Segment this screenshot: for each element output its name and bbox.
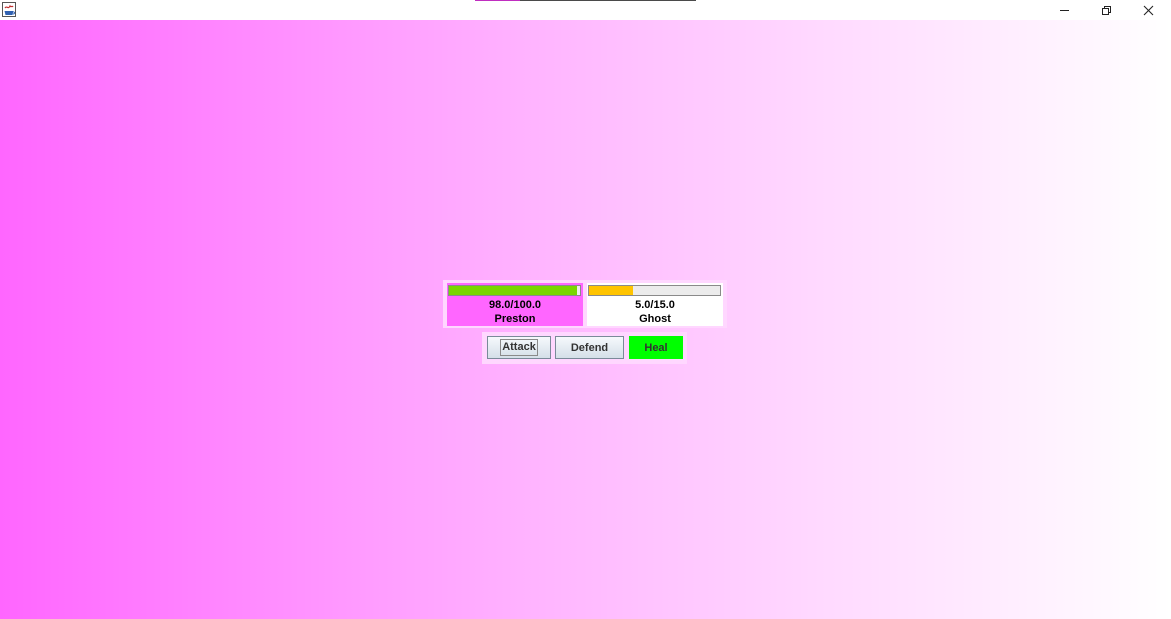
enemy-panel: 5.0/15.0 Ghost [587,283,723,326]
enemy-hp-fill [589,286,633,295]
enemy-hp-text: 5.0/15.0 [635,299,675,311]
attack-button-label: Attack [500,339,538,356]
java-cup-icon [2,2,16,17]
minimize-icon [1059,1,1070,20]
restore-icon [1101,1,1112,20]
defend-button[interactable]: Defend [555,336,624,359]
game-canvas: 98.0/100.0 Preston 5.0/15.0 Ghost Attack… [0,20,1171,619]
defend-button-label: Defend [570,341,609,354]
maximize-button[interactable] [1086,0,1126,20]
close-button[interactable] [1128,0,1168,20]
title-progress-indicator [475,0,696,1]
enemy-hp-bar [588,285,721,296]
minimize-button[interactable] [1044,0,1084,20]
player-name: Preston [494,313,536,325]
player-hp-fill [449,286,578,295]
close-icon [1143,1,1154,20]
attack-button[interactable]: Attack [487,336,551,359]
player-hp-bar [448,285,581,296]
enemy-name: Ghost [639,313,671,325]
player-hp-text: 98.0/100.0 [489,299,541,311]
player-panel: 98.0/100.0 Preston [447,283,583,326]
fighters-panel: 98.0/100.0 Preston 5.0/15.0 Ghost [443,280,727,328]
window-title-bar [0,0,1171,20]
action-bar: Attack Defend Heal [482,332,687,364]
heal-button[interactable]: Heal [629,336,683,359]
heal-button-label: Heal [644,341,668,354]
